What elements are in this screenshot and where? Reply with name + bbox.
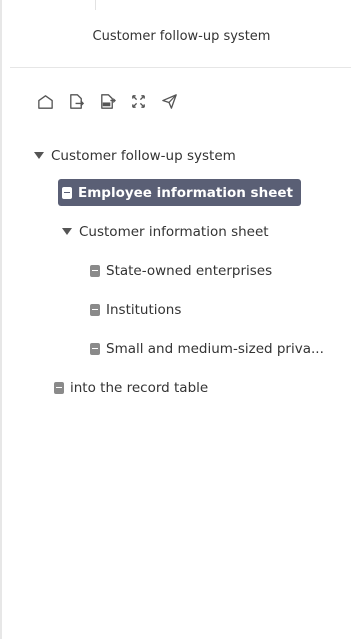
panel-title: Customer follow-up system — [92, 29, 271, 44]
tree-node-label: Customer information sheet — [79, 223, 269, 240]
caret-down-icon[interactable] — [62, 228, 72, 235]
caret-down-icon[interactable] — [34, 152, 44, 159]
pdf-export-icon[interactable] — [96, 90, 118, 112]
tree-node-institutions[interactable]: Institutions — [90, 296, 181, 323]
top-divider-tick — [95, 0, 96, 10]
document-icon — [90, 342, 100, 355]
tree-node-customer-information-sheet[interactable]: Customer information sheet — [62, 218, 269, 245]
tree-node-state-owned-enterprises[interactable]: State-owned enterprises — [90, 257, 272, 284]
tree-node-label: into the record table — [70, 379, 209, 396]
home-icon[interactable] — [34, 90, 56, 112]
outline-panel: Customer follow-up system Customer follo… — [0, 0, 351, 639]
tree-node-small-and-medium-sized[interactable]: Small and medium-sized priva... — [90, 335, 324, 362]
tree-node-employee-information-sheet[interactable]: Employee information sheet — [58, 179, 301, 206]
toolbar — [34, 90, 189, 112]
tree-node-label: State-owned enterprises — [106, 262, 273, 279]
document-icon — [62, 186, 72, 199]
header-divider — [10, 67, 351, 68]
expand-icon[interactable] — [127, 90, 149, 112]
tree-node-label: Customer follow-up system — [51, 147, 236, 164]
send-icon[interactable] — [158, 90, 180, 112]
tree-node-customer-follow-up-system[interactable]: Customer follow-up system — [34, 142, 236, 169]
tree-node-label: Employee information sheet — [78, 184, 293, 201]
tree-node-label: Small and medium-sized priva... — [106, 340, 324, 357]
document-icon — [54, 381, 64, 394]
tree-node-record-table[interactable]: into the record table — [54, 374, 208, 401]
document-icon — [90, 264, 100, 277]
tree-node-label: Institutions — [106, 301, 182, 318]
export-icon[interactable] — [65, 90, 87, 112]
document-icon — [90, 303, 100, 316]
